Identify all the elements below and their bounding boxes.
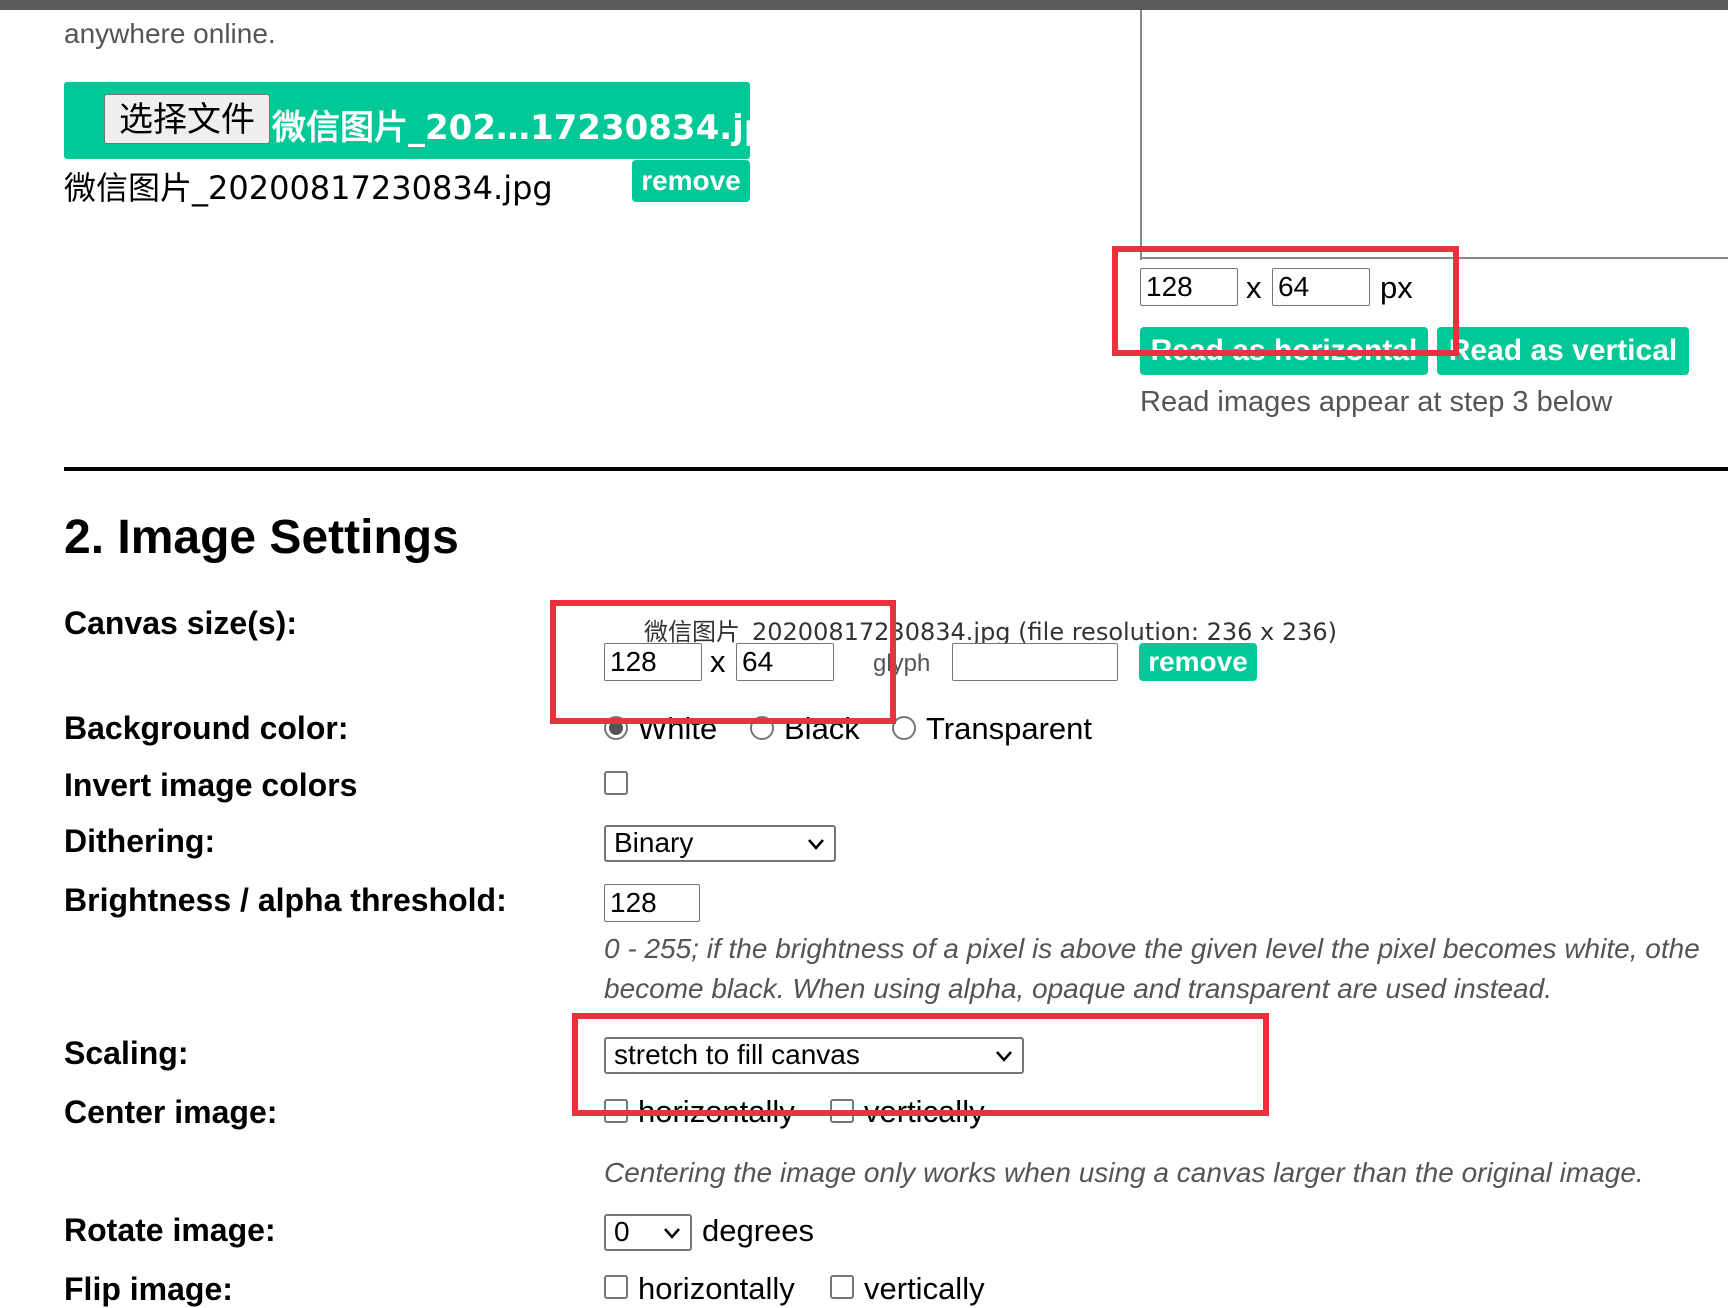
flip-horizontal-checkbox[interactable] xyxy=(604,1275,628,1299)
glyph-input[interactable] xyxy=(952,643,1118,681)
dithering-select[interactable]: Binary xyxy=(604,825,836,862)
intro-text: anywhere online. xyxy=(64,18,276,49)
choose-file-button[interactable]: 选择文件 xyxy=(104,94,270,144)
center-image-hint: Centering the image only works when usin… xyxy=(604,1157,1644,1188)
flip-vertical-label: vertically xyxy=(864,1271,985,1306)
chevron-down-icon xyxy=(664,1228,680,1239)
section-divider xyxy=(64,467,1728,471)
dithering-select-value: Binary xyxy=(614,827,694,858)
read-images-note: Read images appear at step 3 below xyxy=(1140,386,1613,418)
dithering-label: Dithering: xyxy=(64,823,216,859)
rotate-unit: degrees xyxy=(702,1213,815,1248)
highlight-read-size xyxy=(1112,246,1459,356)
section-heading: 2. Image Settings xyxy=(64,511,459,564)
invert-colors-checkbox[interactable] xyxy=(604,771,628,795)
flip-vertical-checkbox[interactable] xyxy=(830,1275,854,1299)
preview-panel-left-border xyxy=(1140,10,1142,260)
remove-file-button[interactable]: remove xyxy=(632,160,750,202)
window-top-bar xyxy=(0,0,1728,10)
highlight-scaling xyxy=(572,1013,1269,1116)
chevron-down-icon xyxy=(808,839,824,850)
threshold-label: Brightness / alpha threshold: xyxy=(64,882,507,918)
highlight-canvas-size xyxy=(550,600,896,724)
background-color-label: Background color: xyxy=(64,710,349,746)
threshold-input[interactable] xyxy=(604,884,700,922)
center-image-label: Center image: xyxy=(64,1094,278,1130)
canvas-remove-button[interactable]: remove xyxy=(1139,643,1257,681)
flip-horizontal-label: horizontally xyxy=(638,1271,795,1306)
invert-colors-label: Invert image colors xyxy=(64,767,358,803)
read-vertical-button[interactable]: Read as vertical xyxy=(1437,327,1689,375)
rotate-select-value: 0 xyxy=(614,1216,630,1247)
file-list-item-name: 微信图片_20200817230834.jpg xyxy=(64,169,553,207)
chosen-file-name: 微信图片_202…17230834.jpg xyxy=(272,108,793,148)
scaling-label: Scaling: xyxy=(64,1035,189,1071)
rotate-image-label: Rotate image: xyxy=(64,1212,276,1248)
canvas-size-label: Canvas size(s): xyxy=(64,605,297,641)
flip-image-label: Flip image: xyxy=(64,1271,233,1307)
rotate-select[interactable]: 0 xyxy=(604,1214,692,1251)
background-transparent-label: Transparent xyxy=(926,711,1092,746)
threshold-hint-line2: become black. When using alpha, opaque a… xyxy=(604,973,1552,1004)
threshold-hint-line1: 0 - 255; if the brightness of a pixel is… xyxy=(604,933,1700,964)
